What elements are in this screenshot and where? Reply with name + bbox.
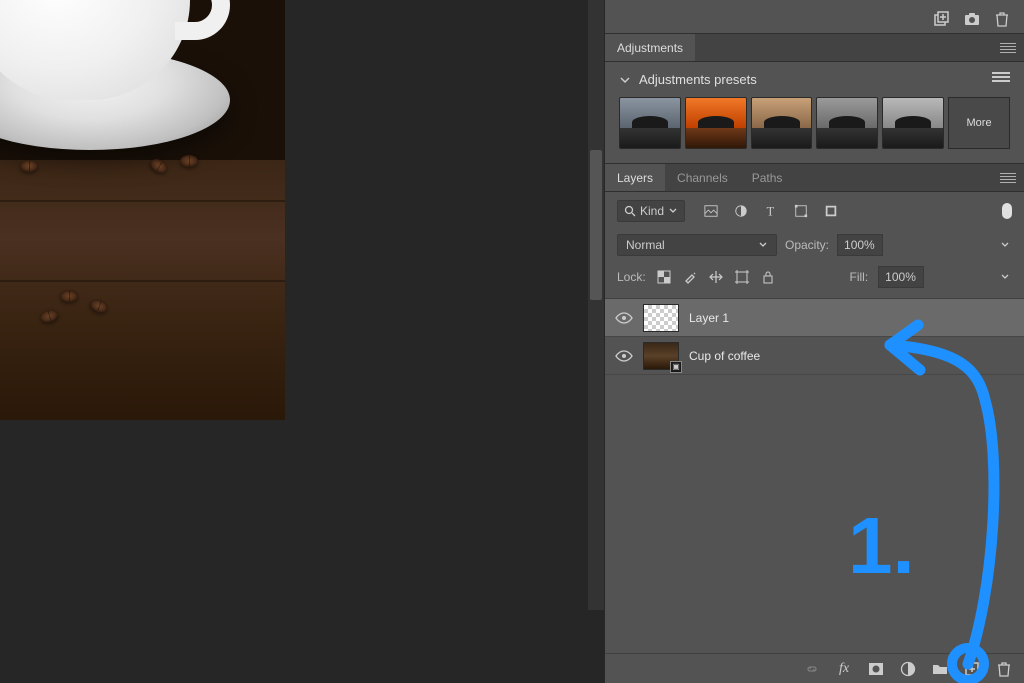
layers-empty-area[interactable] (605, 375, 1024, 653)
layers-bottom-bar: fx (605, 653, 1024, 683)
filter-type-icon[interactable]: T (763, 203, 779, 219)
adjustment-preset[interactable] (685, 97, 747, 149)
tab-channels[interactable]: Channels (665, 164, 740, 191)
lock-label: Lock: (617, 270, 646, 284)
group-icon[interactable] (932, 661, 948, 677)
filter-smartobject-icon[interactable] (823, 203, 839, 219)
opacity-label: Opacity: (785, 238, 829, 252)
visibility-eye-icon[interactable] (615, 311, 633, 325)
layers-panel-header: Layers Channels Paths (605, 164, 1024, 192)
scrollbar-thumb[interactable] (590, 150, 602, 300)
svg-text:T: T (767, 204, 775, 218)
add-mask-icon[interactable] (868, 661, 884, 677)
lock-fill-row: Lock: Fill: 100% (605, 262, 1024, 299)
document-image[interactable] (0, 0, 285, 420)
layer-row[interactable]: ▣ Cup of coffee (605, 337, 1024, 375)
new-layer-icon[interactable] (964, 661, 980, 677)
adjustment-layer-icon[interactable] (900, 661, 916, 677)
layer-row[interactable]: Layer 1 (605, 299, 1024, 337)
opacity-input[interactable]: 100% (837, 234, 883, 256)
adjustment-preset[interactable] (619, 97, 681, 149)
blend-mode-select[interactable]: Normal (617, 234, 777, 256)
blend-mode-value: Normal (626, 238, 665, 252)
camera-icon[interactable] (964, 11, 980, 27)
tab-adjustments[interactable]: Adjustments (605, 34, 695, 61)
layer-name[interactable]: Cup of coffee (689, 349, 760, 363)
lock-transparency-icon[interactable] (656, 269, 672, 285)
filter-adjustment-icon[interactable] (733, 203, 749, 219)
smart-object-badge: ▣ (670, 361, 682, 373)
chevron-down-icon (758, 240, 768, 250)
lock-paint-icon[interactable] (682, 269, 698, 285)
new-preset-icon[interactable] (934, 11, 950, 27)
layer-thumbnail[interactable] (643, 304, 679, 332)
lock-all-icon[interactable] (760, 269, 776, 285)
list-view-icon[interactable] (992, 72, 1010, 86)
layer-style-icon[interactable]: fx (836, 661, 852, 677)
filter-kind-select[interactable]: Kind (617, 200, 685, 222)
trash-icon[interactable] (996, 661, 1012, 677)
trash-icon[interactable] (994, 11, 1010, 27)
lock-position-icon[interactable] (708, 269, 724, 285)
adjustments-panel: Adjustments presets More (605, 62, 1024, 164)
panel-icon-row (605, 4, 1024, 34)
link-layers-icon[interactable] (804, 661, 820, 677)
canvas-scrollbar[interactable] (588, 0, 604, 610)
adjustment-preset[interactable] (751, 97, 813, 149)
layer-name[interactable]: Layer 1 (689, 311, 729, 325)
blend-opacity-row: Normal Opacity: 100% (605, 230, 1024, 262)
tab-paths[interactable]: Paths (740, 164, 795, 191)
filter-toggle[interactable] (1002, 203, 1012, 219)
canvas-area[interactable] (0, 0, 604, 683)
chevron-down-icon[interactable] (619, 74, 631, 86)
filter-shape-icon[interactable] (793, 203, 809, 219)
adjustment-preset[interactable] (816, 97, 878, 149)
layers-filter-bar: Kind T (605, 192, 1024, 230)
fill-input[interactable]: 100% (878, 266, 924, 288)
adjustments-panel-header: Adjustments (605, 34, 1024, 62)
panel-menu-icon[interactable] (1000, 173, 1016, 183)
visibility-eye-icon[interactable] (615, 349, 633, 363)
lock-artboard-icon[interactable] (734, 269, 750, 285)
panel-menu-icon[interactable] (1000, 43, 1016, 53)
adjustments-presets-label: Adjustments presets (639, 72, 757, 87)
chevron-down-icon (668, 206, 678, 216)
adjustment-preset[interactable] (882, 97, 944, 149)
fill-label: Fill: (850, 270, 869, 284)
right-sidebar: Adjustments Adjustments presets More Lay… (604, 0, 1024, 683)
more-presets-button[interactable]: More (948, 97, 1010, 149)
filter-image-icon[interactable] (703, 203, 719, 219)
tab-layers[interactable]: Layers (605, 164, 665, 191)
kind-label: Kind (640, 204, 664, 218)
search-icon (624, 205, 636, 217)
chevron-down-icon[interactable] (998, 272, 1012, 282)
chevron-down-icon[interactable] (998, 240, 1012, 250)
